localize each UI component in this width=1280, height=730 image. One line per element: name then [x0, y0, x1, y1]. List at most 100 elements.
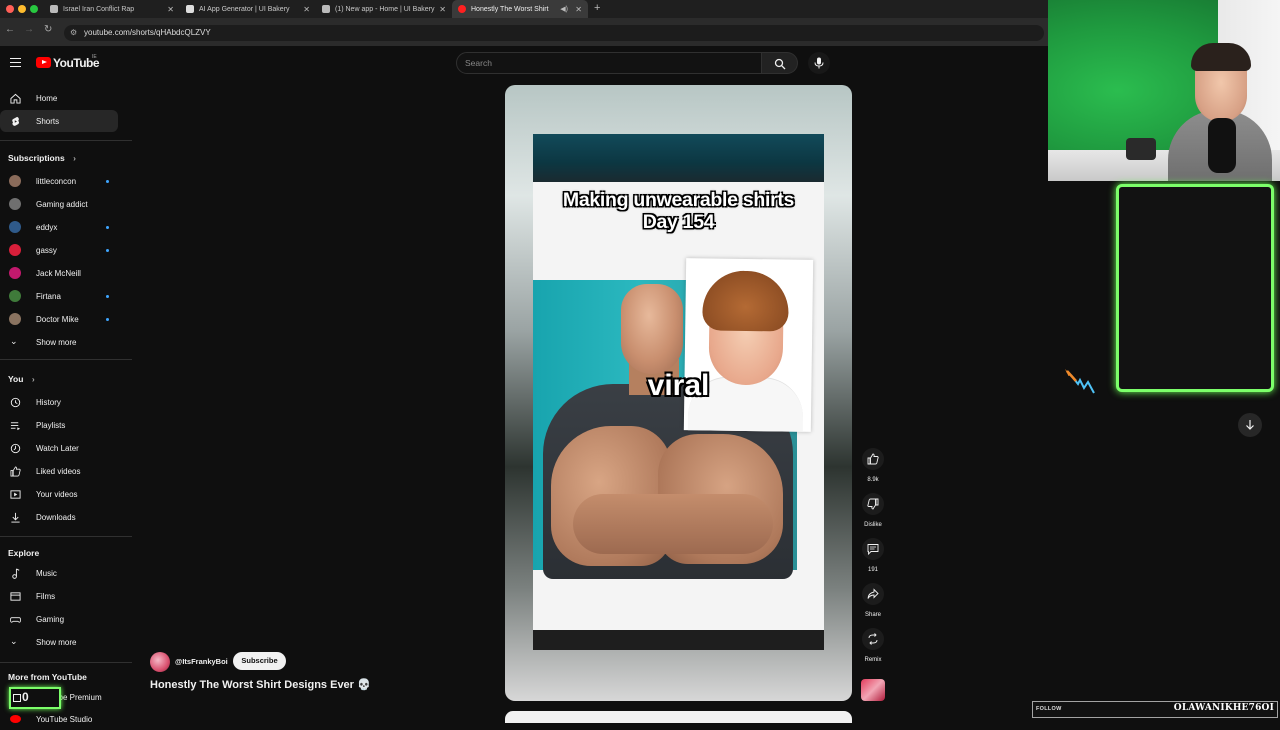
- tab-close-icon[interactable]: ✕: [575, 5, 582, 14]
- sidebar-item-films[interactable]: Films: [0, 585, 118, 607]
- search-input[interactable]: Search: [456, 52, 762, 74]
- comments-button[interactable]: [862, 538, 884, 560]
- sidebar-item-label: Liked videos: [36, 466, 81, 476]
- tab-close-icon[interactable]: ✕: [167, 5, 174, 14]
- dislike-button[interactable]: [862, 493, 884, 515]
- browser-tab[interactable]: Israel Iran Conflict Rap ✕: [44, 0, 180, 18]
- sidebar-item-label: Home: [36, 93, 58, 103]
- subscriptions-heading-text: Subscriptions: [8, 153, 65, 163]
- voice-search-button[interactable]: [808, 52, 830, 74]
- caption-line-2: Day 154: [642, 211, 715, 233]
- channel-avatar: [9, 198, 21, 210]
- sidebar-item-shorts[interactable]: Shorts: [0, 110, 118, 132]
- subscription-label: Jack McNeill: [36, 268, 81, 278]
- sound-remix-thumbnail[interactable]: [861, 679, 885, 701]
- home-icon: [10, 93, 21, 104]
- search-button[interactable]: [762, 52, 798, 74]
- subscription-item[interactable]: littleconcon: [0, 170, 118, 192]
- new-tab-button[interactable]: +: [594, 2, 600, 14]
- browser-tab[interactable]: AI App Generator | UI Bakery ✕: [180, 0, 316, 18]
- video-caption-title: Making unwearable shirts Day 154: [533, 189, 824, 233]
- subscriptions-show-more[interactable]: ⌄ Show more: [0, 331, 118, 353]
- share-label: Share: [864, 612, 881, 618]
- sidebar-item-gaming[interactable]: Gaming: [0, 608, 118, 630]
- maximize-window-button[interactable]: [30, 5, 38, 13]
- sidebar-item-watch-later[interactable]: Watch Later: [0, 437, 118, 459]
- you-heading[interactable]: You ›: [8, 374, 35, 384]
- liked-icon: [10, 466, 21, 476]
- sidebar-item-music[interactable]: Music: [0, 562, 118, 584]
- sidebar-item-label: Downloads: [36, 512, 76, 522]
- sidebar-divider: [0, 140, 132, 141]
- sidebar-item-label: Gaming: [36, 614, 65, 624]
- subscription-item[interactable]: gassy: [0, 239, 118, 261]
- share-button[interactable]: [862, 583, 884, 605]
- remix-button[interactable]: [862, 628, 884, 650]
- sidebar-item-downloads[interactable]: Downloads: [0, 506, 118, 528]
- search-icon: [774, 58, 786, 70]
- sidebar-item-liked-videos[interactable]: Liked videos: [0, 460, 118, 482]
- youtube-logo-icon[interactable]: [36, 57, 51, 68]
- subscription-item[interactable]: eddyx: [0, 216, 118, 238]
- youtube-studio-icon: [10, 715, 21, 723]
- minimize-window-button[interactable]: [18, 5, 26, 13]
- subscribe-button[interactable]: Subscribe: [233, 652, 286, 670]
- dislike-icon: [867, 498, 879, 510]
- forward-icon[interactable]: →: [24, 24, 34, 35]
- channel-avatar[interactable]: [150, 652, 170, 672]
- tab-favicon-icon: [186, 5, 194, 13]
- sidebar-item-your-videos[interactable]: Your videos: [0, 483, 118, 505]
- channel-handle[interactable]: @ItsFrankyBoi: [175, 657, 228, 666]
- sidebar-item-home[interactable]: Home: [0, 87, 118, 109]
- arrow-down-icon: [1246, 420, 1254, 430]
- back-icon[interactable]: ←: [5, 24, 15, 35]
- next-short-button[interactable]: [1238, 413, 1262, 437]
- streamer-hair: [1191, 43, 1251, 71]
- chevron-down-icon: ⌄: [10, 336, 18, 346]
- share-icon: [867, 588, 879, 599]
- tab-close-icon[interactable]: ✕: [439, 5, 446, 14]
- tab-audio-icon[interactable]: ◀): [560, 5, 568, 13]
- region-code: IE: [92, 54, 97, 60]
- caption-line-1: Making unwearable shirts: [562, 189, 795, 211]
- films-icon: [10, 591, 21, 601]
- comments-icon: [867, 544, 879, 555]
- streamer-webcam: [1048, 0, 1280, 181]
- shorts-icon: [12, 116, 20, 126]
- sidebar-item-label: Watch Later: [36, 443, 79, 453]
- subscription-item[interactable]: Firtana: [0, 285, 118, 307]
- follow-label: FOLLOW: [1036, 706, 1062, 712]
- remix-icon: [868, 633, 878, 645]
- sidebar-item-label: Music: [36, 568, 57, 578]
- video-top-band: [533, 134, 824, 182]
- tab-title: AI App Generator | UI Bakery: [199, 5, 290, 13]
- explore-show-more[interactable]: ⌄ Show more: [0, 631, 118, 653]
- tab-close-icon[interactable]: ✕: [303, 5, 310, 14]
- sidebar-item-label: Shorts: [36, 116, 60, 126]
- subscriptions-heading[interactable]: Subscriptions ›: [8, 153, 76, 163]
- dislike-label: Dislike: [864, 522, 882, 528]
- subscription-item[interactable]: Doctor Mike: [0, 308, 118, 330]
- url-field[interactable]: ⚙ youtube.com/shorts/qHAbdcQLZVY: [64, 25, 1044, 41]
- subscription-item[interactable]: Jack McNeill: [0, 262, 118, 284]
- next-short-preview[interactable]: [505, 711, 852, 723]
- url-text: youtube.com/shorts/qHAbdcQLZVY: [84, 28, 211, 37]
- close-window-button[interactable]: [6, 5, 14, 13]
- browser-tab-active[interactable]: Honestly The Worst Shirt ◀) ✕: [452, 0, 588, 18]
- menu-icon[interactable]: [10, 58, 21, 67]
- explore-heading: Explore: [8, 548, 40, 558]
- your-videos-icon: [10, 489, 21, 499]
- mouse-cursor-icon: [1065, 369, 1095, 394]
- sidebar-item-youtube-studio[interactable]: YouTube Studio: [0, 708, 118, 730]
- sidebar-item-playlists[interactable]: Playlists: [0, 414, 118, 436]
- subscription-item[interactable]: Gaming addict: [0, 193, 118, 215]
- browser-tab[interactable]: (1) New app - Home | UI Bakery ✕: [316, 0, 452, 18]
- like-button[interactable]: [862, 448, 884, 470]
- chevron-down-icon: ⌄: [10, 636, 18, 646]
- sidebar-item-label: Your videos: [36, 489, 78, 499]
- subscription-label: Gaming addict: [36, 199, 88, 209]
- reload-icon[interactable]: ↻: [44, 24, 52, 35]
- sidebar-item-label: Playlists: [36, 420, 66, 430]
- site-info-icon[interactable]: ⚙: [70, 25, 77, 41]
- sidebar-item-history[interactable]: History: [0, 391, 118, 413]
